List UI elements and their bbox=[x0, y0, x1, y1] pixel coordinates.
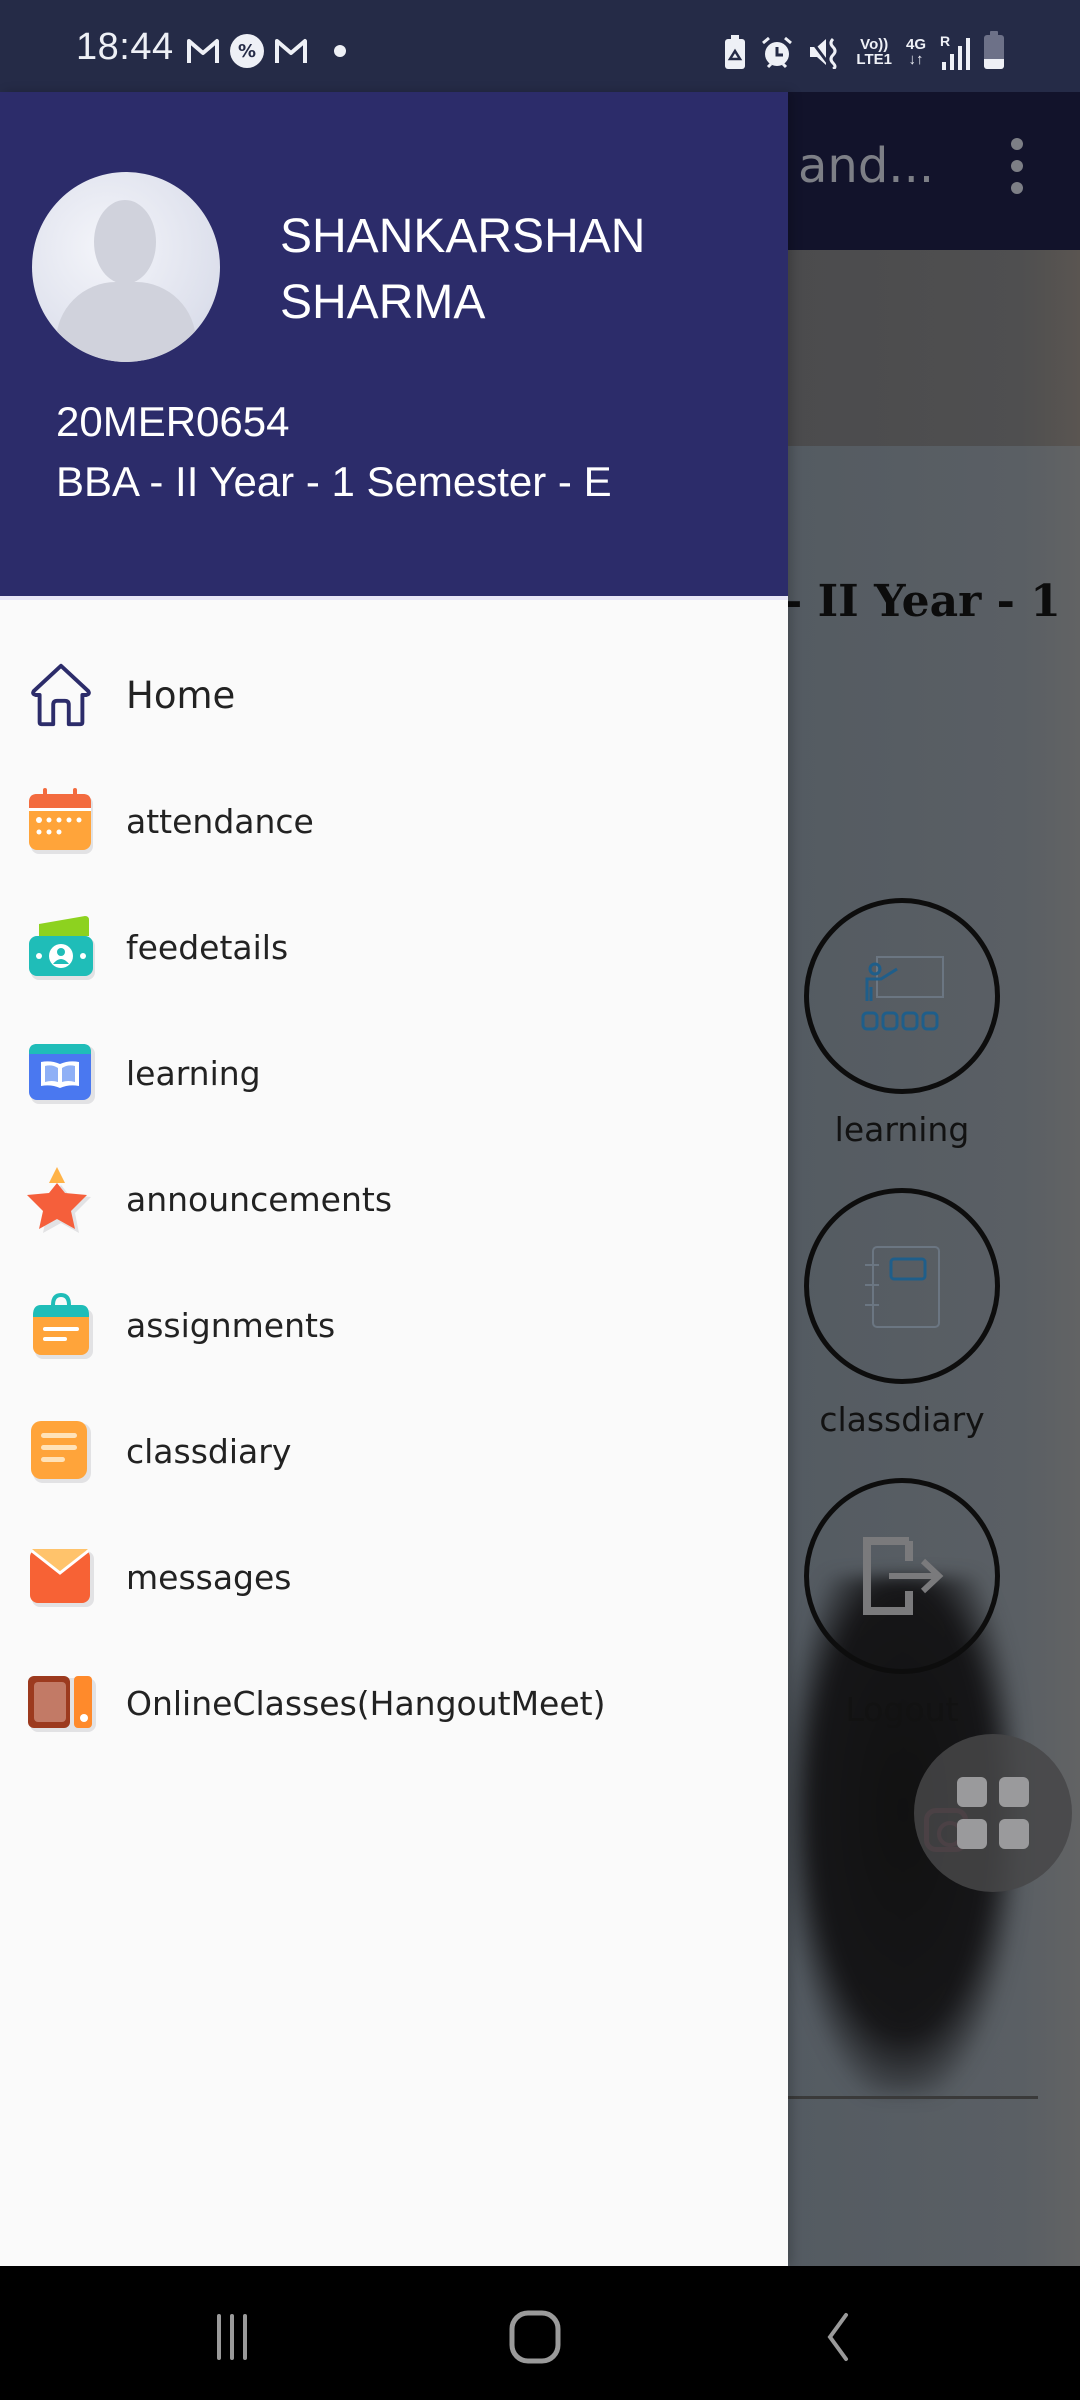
background-toolbar-title: and... bbox=[798, 138, 935, 194]
calendar-icon bbox=[26, 786, 96, 856]
background-app-scrim[interactable]: and... - II Year - 1 learning classdiary… bbox=[788, 92, 1080, 2266]
menu-item-online-classes[interactable]: OnlineClasses(HangoutMeet) bbox=[0, 1640, 788, 1766]
menu-item-label: feedetails bbox=[126, 927, 289, 967]
menu-item-messages[interactable]: messages bbox=[0, 1514, 788, 1640]
background-divider bbox=[788, 2096, 1038, 2099]
home-nav-icon bbox=[509, 2310, 561, 2364]
diary-icon bbox=[865, 1246, 940, 1328]
student-id: 20MER0654 bbox=[56, 398, 290, 445]
avatar-placeholder-head bbox=[94, 200, 156, 284]
gmail-icon bbox=[275, 39, 307, 63]
online-class-icon bbox=[26, 1668, 96, 1738]
status-right-icons: Vo)) LTE1 4G ↓↑ R bbox=[724, 31, 1004, 70]
home-button[interactable] bbox=[495, 2302, 575, 2372]
recent-apps-icon bbox=[217, 2314, 247, 2360]
status-left-icons: % bbox=[186, 34, 346, 68]
tile-classdiary-label: classdiary bbox=[819, 1400, 985, 1439]
alarm-icon bbox=[762, 36, 793, 69]
floating-apps-grid-icon[interactable] bbox=[914, 1734, 1072, 1892]
menu-item-label: attendance bbox=[126, 801, 314, 841]
gmail-icon bbox=[187, 39, 219, 63]
misc-app-icon: % bbox=[230, 34, 264, 68]
tile-learning[interactable] bbox=[804, 898, 1000, 1094]
course-info: BBA - II Year - 1 Semester - E bbox=[56, 458, 612, 505]
drawer-menu: Home attendance feedetails learning anno bbox=[0, 632, 788, 1766]
clipboard-icon bbox=[26, 1290, 96, 1360]
menu-item-label: learning bbox=[126, 1053, 261, 1093]
book-icon bbox=[26, 1038, 96, 1108]
avatar[interactable] bbox=[32, 172, 220, 362]
menu-item-assignments[interactable]: assignments bbox=[0, 1262, 788, 1388]
tile-logout[interactable] bbox=[804, 1478, 1000, 1674]
menu-item-label: Home bbox=[126, 673, 236, 717]
menu-item-label: classdiary bbox=[126, 1431, 292, 1471]
volte-icon: Vo)) LTE1 bbox=[856, 36, 892, 68]
background-body: - II Year - 1 learning classdiary Logout bbox=[788, 446, 1080, 2266]
notification-dot-icon bbox=[334, 45, 346, 57]
battery-icon bbox=[984, 31, 1004, 69]
tile-logout-label: Logout bbox=[845, 1690, 959, 1729]
money-icon bbox=[26, 912, 96, 982]
battery-saver-icon bbox=[725, 35, 746, 69]
menu-item-classdiary[interactable]: classdiary bbox=[0, 1388, 788, 1514]
menu-item-home[interactable]: Home bbox=[0, 632, 788, 758]
menu-item-label: assignments bbox=[126, 1305, 336, 1345]
logout-icon bbox=[863, 1537, 944, 1615]
signal-roaming-icon: R bbox=[940, 34, 970, 70]
user-name: SHANKARSHAN SHARMA bbox=[280, 210, 646, 329]
mail-icon bbox=[26, 1542, 96, 1612]
status-bar: 18:44 % Vo)) LTE1 4G ↓↑ R bbox=[0, 0, 1080, 92]
menu-item-feedetails[interactable]: feedetails bbox=[0, 884, 788, 1010]
background-toolbar: and... bbox=[788, 92, 1080, 250]
background-banner bbox=[788, 250, 1080, 446]
system-navigation-bar bbox=[0, 2266, 1080, 2400]
back-button[interactable] bbox=[798, 2302, 878, 2372]
teacher-class-icon bbox=[861, 956, 944, 1031]
menu-item-learning[interactable]: learning bbox=[0, 1010, 788, 1136]
overflow-menu-icon[interactable] bbox=[1010, 138, 1024, 194]
back-icon bbox=[827, 2313, 848, 2361]
svg-text:R: R bbox=[940, 34, 950, 49]
menu-item-attendance[interactable]: attendance bbox=[0, 758, 788, 884]
navigation-drawer: SHANKARSHAN SHARMA 20MER0654 BBA - II Ye… bbox=[0, 92, 788, 2266]
status-time: 18:44 bbox=[76, 26, 174, 68]
vibrate-mute-icon bbox=[809, 37, 837, 69]
tile-classdiary[interactable] bbox=[804, 1188, 1000, 1384]
data-4g-icon: 4G ↓↑ bbox=[905, 36, 926, 68]
home-icon bbox=[26, 660, 96, 730]
menu-item-label: OnlineClasses(HangoutMeet) bbox=[126, 1683, 606, 1723]
avatar-placeholder-body bbox=[56, 282, 196, 362]
drawer-header: SHANKARSHAN SHARMA 20MER0654 BBA - II Ye… bbox=[0, 92, 788, 600]
menu-item-label: announcements bbox=[126, 1179, 393, 1219]
recent-apps-button[interactable] bbox=[192, 2302, 272, 2372]
menu-item-label: messages bbox=[126, 1557, 292, 1597]
star-icon bbox=[26, 1164, 96, 1234]
menu-item-announcements[interactable]: announcements bbox=[0, 1136, 788, 1262]
notes-icon bbox=[26, 1416, 96, 1486]
tile-learning-label: learning bbox=[834, 1110, 970, 1149]
background-heading: - II Year - 1 bbox=[788, 576, 1061, 627]
